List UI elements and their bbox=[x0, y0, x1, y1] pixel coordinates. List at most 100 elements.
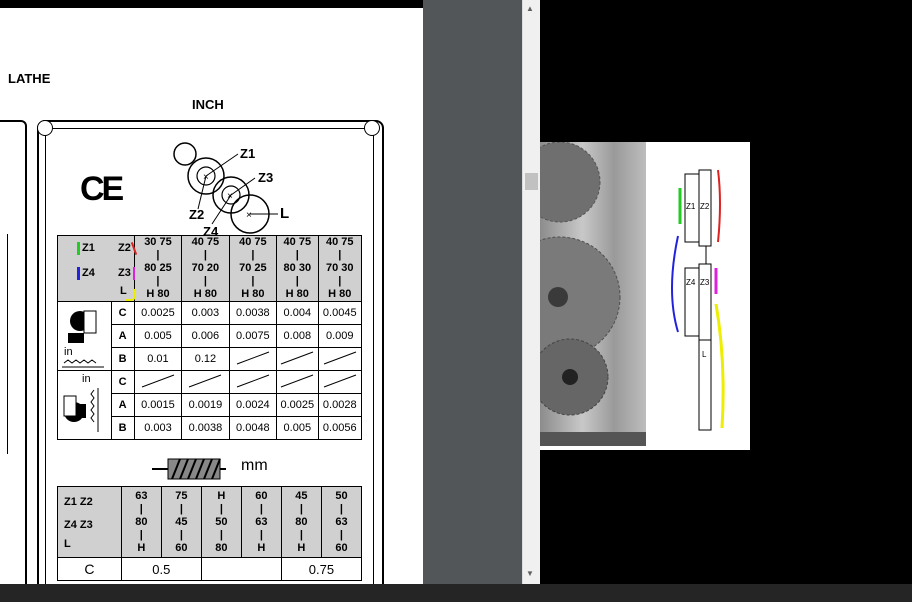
mm-col-2-top: 75 bbox=[175, 489, 188, 502]
inch-row-a2-v2: 0.0019 bbox=[181, 393, 230, 417]
inch-row-b1-v2: 0.12 bbox=[181, 347, 230, 371]
inch-col-4: 40 75 | 80 30 | H 80 bbox=[276, 235, 319, 302]
vertical-scrollbar[interactable]: ▲ ▼ bbox=[522, 0, 540, 584]
inch-row-b1-slash-3 bbox=[228, 347, 278, 371]
schematic-label-z4: Z4 bbox=[686, 278, 696, 287]
mm-col-3-top: H bbox=[217, 489, 226, 502]
mm-col-6-bot: 60 bbox=[335, 541, 348, 554]
mm-col-3-bot: 80 bbox=[215, 541, 228, 554]
scroll-down-arrow-icon[interactable]: ▼ bbox=[526, 569, 534, 578]
mm-header-z4z3: Z4 Z3 bbox=[64, 518, 93, 531]
inch-col-1-top: 30 75 bbox=[144, 236, 172, 248]
mm-col-4-mid: 63 bbox=[255, 515, 268, 528]
mm-col-4: 60 | 63 | H bbox=[240, 486, 282, 558]
heading-inch: INCH bbox=[192, 97, 224, 112]
inch-row-a1-v1: 0.005 bbox=[133, 324, 183, 348]
inch-row-b1-label: B bbox=[110, 347, 135, 371]
mm-col-2: 75 | 45 | 60 bbox=[160, 486, 202, 558]
mm-header-l: L bbox=[64, 537, 71, 550]
inch-row-a2-label: A bbox=[110, 393, 135, 417]
inch-col-2-bot: H 80 bbox=[193, 288, 218, 300]
inch-col-4-mid: 80 30 bbox=[283, 262, 312, 274]
mm-col-5: 45 | 80 | H bbox=[280, 486, 322, 558]
mm-col-1-top: 63 bbox=[135, 489, 148, 502]
inch-label-in-2: in bbox=[82, 373, 91, 385]
longitudinal-feed-icon bbox=[62, 310, 104, 368]
inch-row-c2: in C bbox=[57, 370, 362, 440]
inch-col-2-mid: 70 20 bbox=[191, 262, 220, 274]
inch-row-a1-v2: 0.006 bbox=[181, 324, 230, 348]
inch-row-a1-v3: 0.0075 bbox=[228, 324, 278, 348]
inch-col-3-mid: 70 25 bbox=[239, 262, 267, 274]
inch-row-c2-slash-1 bbox=[133, 370, 183, 394]
mm-col-2-bot: 60 bbox=[175, 541, 188, 554]
inch-header-row: Z1 Z2 Z4 Z3 L 30 75 | 80 25 | H 80 40 75 | 70 … bbox=[57, 235, 362, 302]
inch-row-b1-slash-5 bbox=[317, 347, 362, 371]
scroll-up-arrow-icon[interactable]: ▲ bbox=[526, 4, 534, 13]
mm-col-5-top: 45 bbox=[295, 489, 308, 502]
mm-col-3: H | 50 | 80 bbox=[200, 486, 242, 558]
screw-hole-left bbox=[37, 120, 53, 136]
svg-text:×: × bbox=[227, 191, 233, 202]
mm-col-6-top: 50 bbox=[335, 489, 348, 502]
schematic-label-z1: Z1 bbox=[686, 202, 696, 211]
mm-feed-table: Z1 Z2 Z4 Z3 L 63 | 80 | H 75 | 45 | 60 H | 50 | 80 6… bbox=[57, 486, 363, 581]
mm-col-1-bot: H bbox=[137, 541, 146, 554]
cross-feed-icon-cell: in bbox=[57, 370, 112, 440]
inch-header-z4: Z4 bbox=[82, 266, 95, 279]
mm-row-c-v2: 0.75 bbox=[280, 557, 363, 581]
mm-col-4-top: 60 bbox=[255, 489, 268, 502]
scrollbar-thumb[interactable] bbox=[525, 173, 538, 190]
inch-row-b2-v5: 0.0056 bbox=[317, 416, 362, 440]
inch-row-c1-v3: 0.0038 bbox=[228, 301, 278, 325]
inch-row-b2-v2: 0.0038 bbox=[181, 416, 230, 440]
mm-col-3-mid: 50 bbox=[215, 515, 228, 528]
inch-col-5-top: 40 75 bbox=[325, 236, 354, 248]
gear-schematic bbox=[671, 169, 725, 431]
inch-row-a2-v5: 0.0028 bbox=[317, 393, 362, 417]
inch-row-c1-v4: 0.004 bbox=[276, 301, 319, 325]
inch-row-a1-label: A bbox=[110, 324, 135, 348]
svg-text:×: × bbox=[246, 210, 252, 221]
inch-col-1-mid: 80 25 bbox=[144, 262, 172, 274]
left-frame-inner bbox=[0, 234, 8, 454]
mm-col-1: 63 | 80 | H bbox=[120, 486, 162, 558]
inch-row-c2-slash-2 bbox=[181, 370, 230, 394]
lead-screw-icon bbox=[152, 458, 226, 480]
inch-col-5-mid: 70 30 bbox=[325, 262, 354, 274]
inch-row-c1-v5: 0.0045 bbox=[317, 301, 362, 325]
schematic-label-z3: Z3 bbox=[700, 278, 710, 287]
inch-row-a2-v4: 0.0025 bbox=[276, 393, 319, 417]
inch-row-c1: in C 0.0025 0.003 0.0038 0.004 0.0045 bbox=[57, 301, 362, 371]
inch-header-z3: Z3 bbox=[118, 266, 131, 279]
mm-row-c-empty bbox=[200, 557, 282, 581]
mm-header-z1z2: Z1 Z2 bbox=[64, 495, 93, 508]
mm-header-gear-labels: Z1 Z2 Z4 Z3 L bbox=[57, 486, 122, 558]
inch-row-c2-slash-5 bbox=[317, 370, 362, 394]
mm-col-6: 50 | 63 | 60 bbox=[320, 486, 363, 558]
inch-row-b1-v1: 0.01 bbox=[133, 347, 183, 371]
inch-col-4-bot: H 80 bbox=[285, 288, 309, 300]
mm-row-c: C 0.5 0.75 bbox=[57, 557, 363, 581]
inch-row-a1-v5: 0.009 bbox=[317, 324, 362, 348]
gear-label-l: L bbox=[280, 205, 290, 222]
inch-row-c1-v2: 0.003 bbox=[181, 301, 230, 325]
inch-col-3-top: 40 75 bbox=[239, 236, 267, 248]
status-bar bbox=[0, 584, 912, 602]
inch-col-2: 40 75 | 70 20 | H 80 bbox=[181, 235, 230, 302]
inch-row-c1-label: C bbox=[110, 301, 135, 325]
gear-train-diagram: × × × bbox=[173, 142, 278, 234]
mm-header-row: Z1 Z2 Z4 Z3 L 63 | 80 | H 75 | 45 | 60 H | 50 | 80 6… bbox=[57, 486, 363, 558]
mm-row-c-v1: 0.5 bbox=[120, 557, 202, 581]
pdf-page: LATHE INCH CE × × × Z1 Z3 Z2 Z4 L Z1 Z2 … bbox=[0, 8, 423, 584]
mm-label: mm bbox=[241, 457, 268, 474]
inch-col-2-top: 40 75 bbox=[191, 236, 220, 248]
mm-col-2-mid: 45 bbox=[175, 515, 188, 528]
heading-lathe: LATHE bbox=[8, 71, 51, 86]
ce-mark: CE bbox=[80, 170, 124, 208]
inch-row-a1-v4: 0.008 bbox=[276, 324, 319, 348]
svg-text:×: × bbox=[203, 172, 209, 183]
inch-header-z2: Z2 bbox=[118, 241, 131, 254]
inch-row-c1-v1: 0.0025 bbox=[133, 301, 183, 325]
viewer-background bbox=[423, 0, 523, 584]
